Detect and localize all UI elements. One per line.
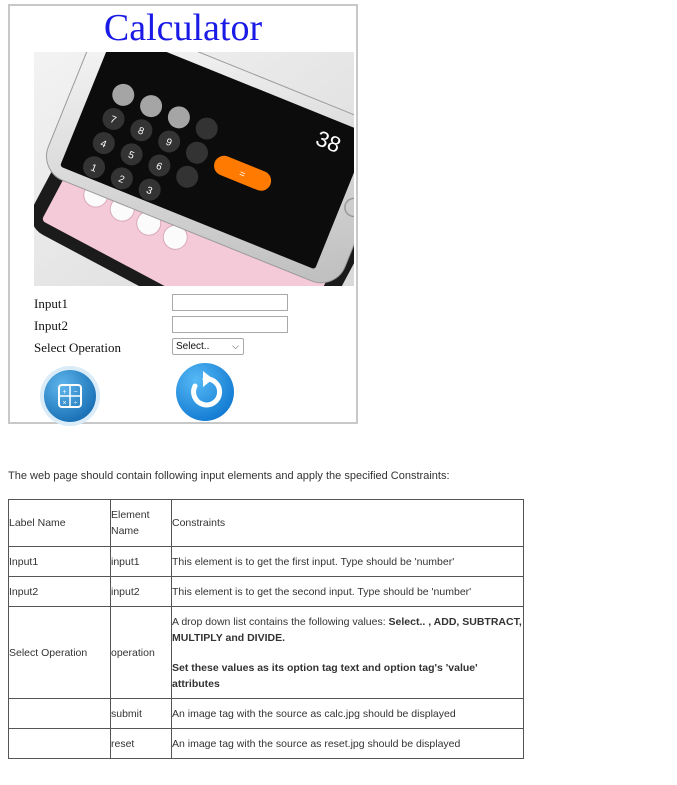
table-header-row: Label Name Element Name Constraints xyxy=(8,499,524,547)
row-element: input2 xyxy=(110,576,172,607)
header-label-name: Label Name xyxy=(8,499,111,547)
input1-field[interactable] xyxy=(172,294,288,311)
header-element-name: Element Name xyxy=(110,499,172,547)
header-constraints: Constraints xyxy=(171,499,524,547)
row-label xyxy=(8,728,111,759)
constraint-text: A drop down list contains the following … xyxy=(172,615,389,628)
input2-label: Input2 xyxy=(34,318,68,333)
constraint-note: Set these values as its option tag text … xyxy=(172,661,478,690)
row-constraint: An image tag with the source as reset.jp… xyxy=(171,728,524,759)
calculator-icon: + − × ÷ xyxy=(40,366,100,426)
input1-label: Input1 xyxy=(34,296,68,311)
row-constraint: This element is to get the second input.… xyxy=(171,576,524,607)
table-row: reset An image tag with the source as re… xyxy=(8,728,524,759)
reset-refresh-icon xyxy=(176,363,234,421)
row-label: Input1 xyxy=(8,546,111,577)
svg-text:−: − xyxy=(73,389,77,396)
operation-select[interactable]: Select.. ⌵ xyxy=(172,338,244,355)
operation-selected-value: Select.. xyxy=(176,341,210,352)
reset-button[interactable] xyxy=(173,360,237,429)
operation-label: Select Operation xyxy=(34,340,121,355)
row-element: operation xyxy=(110,606,172,699)
table-row: Input2 input2 This element is to get the… xyxy=(8,576,524,607)
instructions-intro: The web page should contain following in… xyxy=(8,470,450,482)
constraints-table: Label Name Element Name Constraints Inpu… xyxy=(8,499,524,759)
row-label: Select Operation xyxy=(8,606,111,699)
chevron-down-icon: ⌵ xyxy=(232,341,239,351)
submit-button[interactable]: + − × ÷ xyxy=(38,364,102,433)
row-constraint: An image tag with the source as calc.jpg… xyxy=(171,698,524,729)
row-element: input1 xyxy=(110,546,172,577)
svg-text:+: + xyxy=(62,389,66,396)
table-row: Input1 input1 This element is to get the… xyxy=(8,546,524,577)
calculator-preview-panel: Calculator 38 7 8 9 4 5 6 1 2 3 = Input1… xyxy=(8,4,358,426)
svg-text:×: × xyxy=(62,400,66,407)
row-element: reset xyxy=(110,728,172,759)
row-constraint: This element is to get the first input. … xyxy=(171,546,524,577)
calculator-title: Calculator xyxy=(103,7,263,49)
svg-text:÷: ÷ xyxy=(74,400,78,407)
row-label: Input2 xyxy=(8,576,111,607)
table-row: Select Operation operation A drop down l… xyxy=(8,606,524,699)
table-row: submit An image tag with the source as c… xyxy=(8,698,524,729)
row-label xyxy=(8,698,111,729)
calculator-hero-image: 38 789 456 123 = xyxy=(34,52,354,286)
row-element: submit xyxy=(110,698,172,729)
input2-field[interactable] xyxy=(172,316,288,333)
row-constraint: A drop down list contains the following … xyxy=(171,606,524,699)
